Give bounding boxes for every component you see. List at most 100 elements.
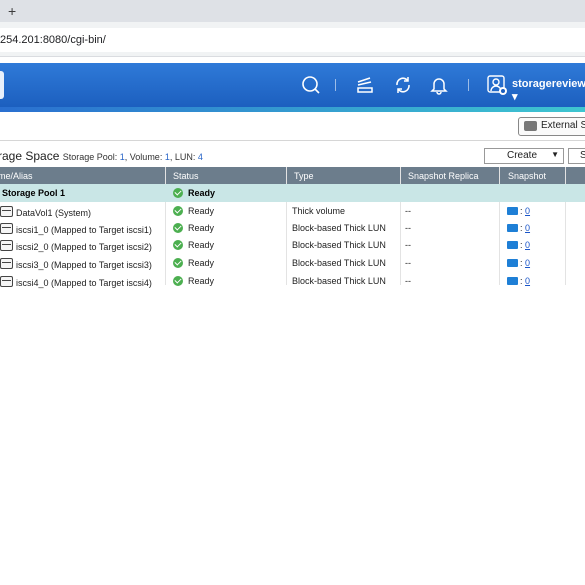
task-icon[interactable] (354, 74, 376, 96)
snapshot-link[interactable]: 0 (525, 206, 530, 216)
snapshot-link[interactable]: 0 (525, 240, 530, 250)
replica-cell: -- (405, 240, 411, 250)
type-cell: Block-based Thick LUN (292, 276, 386, 286)
pool-name: Storage Pool 1 (2, 188, 66, 198)
column-header-type[interactable]: Type (294, 171, 314, 181)
create-label: Create (507, 150, 538, 161)
bell-icon[interactable] (428, 74, 450, 96)
section-header: rage Space Storage Pool: 1, Volume: 1, L… (0, 141, 585, 168)
column-header-snapshot-replica[interactable]: Snapshot Replica (408, 171, 479, 181)
user-menu[interactable]: storagereview ▾ (512, 78, 585, 103)
volume-label: , Volume: (124, 152, 165, 162)
ready-icon (173, 258, 183, 268)
table-row[interactable]: iscsi4_0 (Mapped to Target iscsi4) Ready… (0, 272, 585, 289)
replica-cell: -- (405, 258, 411, 268)
table-header: me/Alias Status Type Snapshot Replica Sn… (0, 167, 585, 184)
app-header: storagereview ▾ (0, 63, 585, 107)
row-name: DataVol1 (System) (16, 208, 92, 218)
lun-icon (0, 240, 13, 251)
header-divider (468, 79, 469, 91)
external-storage-button[interactable]: External Sto (518, 117, 585, 136)
table-row[interactable]: iscsi3_0 (Mapped to Target iscsi3) Ready… (0, 254, 585, 271)
user-icon[interactable] (486, 74, 508, 96)
snapshot-icon (507, 277, 518, 285)
ready-icon (173, 223, 183, 233)
browser-tab-strip: + (0, 0, 585, 22)
type-cell: Block-based Thick LUN (292, 240, 386, 250)
snapshot-link[interactable]: 0 (525, 223, 530, 233)
new-tab-button[interactable]: + (8, 3, 16, 19)
snapshot-cell: : 0 (507, 240, 530, 250)
secondary-label: S (580, 150, 585, 161)
snapshot-cell: : 0 (507, 258, 530, 268)
column-header-snapshot[interactable]: Snapshot (508, 171, 546, 181)
type-cell: Thick volume (292, 206, 346, 216)
snapshot-cell: : 0 (507, 276, 530, 286)
row-name: iscsi2_0 (Mapped to Target iscsi2) (16, 242, 152, 252)
row-status: Ready (188, 258, 215, 268)
row-status: Ready (188, 276, 215, 286)
lun-icon (0, 258, 13, 269)
status-cell: Ready (173, 258, 214, 268)
external-storage-label: External Sto (541, 120, 585, 131)
pool-label: Storage Pool: (62, 152, 120, 162)
name-cell: iscsi1_0 (Mapped to Target iscsi1) (0, 223, 152, 235)
lun-icon (0, 276, 13, 287)
row-status: Ready (188, 240, 215, 250)
search-icon[interactable] (300, 74, 322, 96)
pool-status-text: Ready (188, 188, 216, 198)
name-cell: iscsi3_0 (Mapped to Target iscsi3) (0, 258, 152, 270)
external-storage-icon (524, 121, 537, 131)
snapshot-cell: : 0 (507, 206, 530, 216)
create-dropdown[interactable]: Create ▼ (484, 148, 564, 164)
row-name: iscsi4_0 (Mapped to Target iscsi4) (16, 278, 152, 288)
storage-pool-row[interactable]: Storage Pool 1 Ready (0, 184, 585, 202)
status-cell: Ready (173, 206, 214, 216)
secondary-button[interactable]: S (568, 148, 585, 164)
title-text: rage Space (0, 149, 60, 163)
snapshot-icon (507, 241, 518, 249)
replica-cell: -- (405, 276, 411, 286)
snapshot-link[interactable]: 0 (525, 276, 530, 286)
status-cell: Ready (173, 276, 214, 286)
page-title: rage Space Storage Pool: 1, Volume: 1, L… (0, 149, 203, 163)
row-status: Ready (188, 206, 215, 216)
pool-status: Ready (173, 188, 215, 198)
replica-cell: -- (405, 206, 411, 216)
volume-icon (0, 206, 13, 217)
row-name: iscsi3_0 (Mapped to Target iscsi3) (16, 260, 152, 270)
page-toolbar: External Sto (0, 112, 585, 141)
ready-icon (173, 240, 183, 250)
snapshot-cell: : 0 (507, 223, 530, 233)
storage-summary: Storage Pool: 1, Volume: 1, LUN: 4 (63, 152, 203, 162)
name-cell: iscsi4_0 (Mapped to Target iscsi4) (0, 276, 152, 288)
table-row[interactable]: iscsi2_0 (Mapped to Target iscsi2) Ready… (0, 236, 585, 253)
ready-icon (173, 206, 183, 216)
column-header-name[interactable]: me/Alias (0, 171, 33, 181)
table-row[interactable]: DataVol1 (System) Ready Thick volume -- … (0, 202, 585, 219)
sync-icon[interactable] (392, 74, 414, 96)
header-divider (335, 79, 336, 91)
name-cell: iscsi2_0 (Mapped to Target iscsi2) (0, 240, 152, 252)
snapshot-icon (507, 207, 518, 215)
snapshot-link[interactable]: 0 (525, 258, 530, 268)
row-name: iscsi1_0 (Mapped to Target iscsi1) (16, 225, 152, 235)
status-cell: Ready (173, 223, 214, 233)
lun-count: 4 (197, 152, 203, 162)
type-cell: Block-based Thick LUN (292, 258, 386, 268)
app-tab[interactable] (0, 71, 4, 99)
lun-icon (0, 223, 13, 234)
snapshot-icon (507, 259, 518, 267)
snapshot-icon (507, 224, 518, 232)
column-header-status[interactable]: Status (173, 171, 199, 181)
status-cell: Ready (173, 240, 214, 250)
table-row[interactable]: iscsi1_0 (Mapped to Target iscsi1) Ready… (0, 219, 585, 236)
address-text[interactable]: 254.201:8080/cgi-bin/ (0, 34, 106, 46)
replica-cell: -- (405, 223, 411, 233)
chevron-down-icon: ▼ (551, 150, 559, 159)
row-status: Ready (188, 223, 215, 233)
browser-toolbar: 254.201:8080/cgi-bin/ (0, 22, 585, 57)
type-cell: Block-based Thick LUN (292, 223, 386, 233)
lun-label: , LUN: (169, 152, 198, 162)
ready-icon (173, 188, 183, 198)
